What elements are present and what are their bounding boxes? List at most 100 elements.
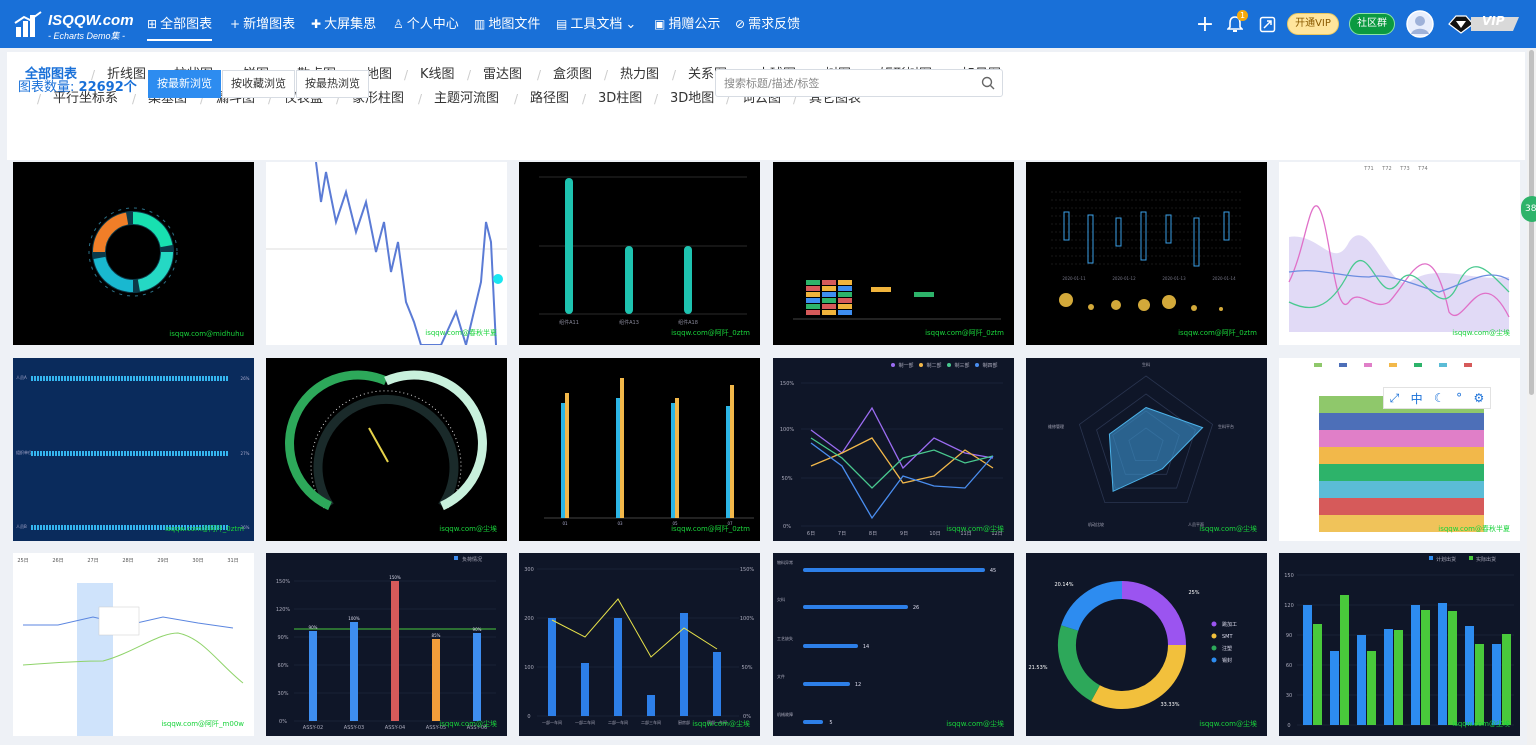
nav-all-charts[interactable]: ⊞ 全部图表 [147, 0, 213, 48]
x-tick-label: 01 [562, 521, 568, 526]
nav-new-chart[interactable]: + 新增图表 [230, 0, 295, 48]
chart-card[interactable]: 01 03 05 07 isqqw.com@阿阡_0ztm [519, 358, 760, 541]
category-row2-5[interactable]: 主题河流图 [434, 89, 499, 109]
bar-label: 欠料 [777, 596, 785, 602]
nav-dashboards[interactable]: ✚ 大屏集思 [311, 0, 376, 48]
sort-newest-button[interactable]: 按最新浏览 [148, 70, 221, 98]
document-icon: ▤ [556, 17, 568, 31]
open-vip-button[interactable]: 开通VIP [1287, 13, 1339, 35]
bar-segment [52, 451, 54, 456]
y-tick-label: 30 [1286, 693, 1292, 699]
nav-personal-center[interactable]: ♙ 个人中心 [393, 0, 459, 48]
nav-donations[interactable]: ▣ 捐赠公示 [654, 0, 720, 48]
line-series [551, 598, 718, 658]
bar-label: 物料异常 [777, 559, 793, 565]
x-tick-label: 6日 [807, 531, 815, 537]
bar-segment [211, 376, 213, 381]
bar-segment [223, 451, 225, 456]
floating-badge[interactable]: 38 [1521, 196, 1536, 222]
category-separator: / [418, 92, 423, 106]
bar-segment [142, 451, 144, 456]
chart-card[interactable]: isqqw.com@春秋半夏 [1279, 358, 1520, 541]
bar-segment [61, 376, 63, 381]
chart-card[interactable]: 制一部 制二部 制三部 制四部 150% 100% 50% 0% 6日 7日 8日 9日 10日 11日 1… [773, 358, 1014, 541]
chart-card[interactable]: 计划出货 实际出货 150 120 90 60 30 0 isqqw.com@尘埃 [1279, 553, 1520, 736]
scrollbar[interactable] [1527, 48, 1536, 745]
chart-card[interactable]: 生料 生料平台 人员平面 机动比较 维修管理 isqqw.com@尘埃 [1026, 358, 1267, 541]
bar-segment [109, 451, 111, 456]
add-icon[interactable]: + [1194, 0, 1216, 48]
chart-card[interactable]: 25% 33.33% 21.53% 20.14% 跳加工 SMT 注塑 锡封 isqqw.com… [1026, 553, 1267, 736]
chart-card[interactable]: 负荷情况 150% 120% 90% 60% 30% 0% 90% ASSY-02 100% ASS… [266, 553, 507, 736]
category-row1-6[interactable]: K线图 [420, 65, 455, 85]
bar-segment [190, 451, 192, 456]
nav-label: 地图文件 [488, 17, 541, 32]
chart-card[interactable]: 2020-01-11 2020-01-12 2020-01-13 2020-01-14… [1026, 162, 1267, 345]
chart-card[interactable]: isqqw.com@尘埃 [266, 358, 507, 541]
legend-item: 锡封 [1222, 657, 1232, 664]
nav-map-files[interactable]: ▥ 地图文件 [474, 0, 540, 48]
sort-favorite-button[interactable]: 按收藏浏览 [222, 70, 295, 98]
moon-icon[interactable]: ☾ [1434, 391, 1445, 405]
x-tick-label: 2020-01-14 [1212, 276, 1236, 281]
bar-segment [103, 376, 105, 381]
chart-card[interactable]: 300 150% 200 100% 100 50% 0 0% 一部一车间 一部二车间 二部一车间 二部… [519, 553, 760, 736]
bar-segment [49, 376, 51, 381]
bar-segment [31, 376, 33, 381]
bar-segment [115, 525, 117, 530]
chart-count: 图表数量: 22692个 [18, 76, 137, 95]
bar-segment [139, 451, 141, 456]
bar-segment [82, 376, 84, 381]
y-tick-label: 60% [277, 663, 288, 669]
nav-feedback[interactable]: ⊘ 需求反馈 [735, 0, 800, 48]
category-row2-8[interactable]: 3D地图 [670, 89, 714, 109]
slice-label: 25% [1188, 590, 1199, 596]
x-tick-label: 2020-01-12 [1112, 276, 1136, 281]
category-row2-7[interactable]: 3D柱图 [598, 89, 642, 109]
legend-item: T71 [1363, 166, 1373, 172]
bar-value: 14 [863, 644, 869, 650]
bar-segment [130, 525, 132, 530]
legend-swatch [1429, 556, 1433, 560]
day-label: 28日 [122, 558, 133, 564]
chart-card[interactable]: T71 T72 T73 T74 isqqw.com@尘埃 [1279, 162, 1520, 345]
palette-icon[interactable]: ° [1456, 391, 1462, 405]
bar-label: 机械故障 [777, 711, 793, 717]
nav-tool-docs[interactable]: ▤ 工具文档 ⌄ [556, 0, 636, 48]
category-row1-5[interactable]: 地图 [366, 65, 392, 85]
category-row1-8[interactable]: 盒须图 [553, 65, 592, 85]
community-group-button[interactable]: 社区群 [1349, 13, 1395, 35]
sort-hottest-button[interactable]: 按最热浏览 [296, 70, 369, 98]
chart-thumbnail [285, 370, 487, 511]
bar-segment [148, 451, 150, 456]
chart-card[interactable]: isqqw.com@midhuhu [13, 162, 254, 345]
legend-dot [1211, 645, 1217, 651]
chart-card[interactable]: 物料异常 45 欠料 26 工艺缺失 14 文件 12 机械故障 5 isqqw.com@尘埃 [773, 553, 1014, 736]
chart-card[interactable]: 组件A11 组件A13 组件A18 isqqw.com@阿阡_0ztm [519, 162, 760, 345]
legend-dot [1211, 657, 1217, 663]
language-toggle[interactable]: 中 [1411, 390, 1423, 407]
category-row1-7[interactable]: 雷达图 [483, 65, 522, 85]
bell-icon[interactable] [1224, 0, 1246, 48]
search-icon[interactable] [981, 76, 995, 90]
category-row2-6[interactable]: 路径图 [530, 89, 569, 109]
chart-card[interactable]: isqqw.com@春秋半夏 [266, 162, 507, 345]
search-input[interactable] [724, 74, 974, 92]
chart-card[interactable]: 25日 26日 27日 28日 29日 30日 31日 isqqw.com@阿阡_m00w [13, 553, 254, 736]
block [806, 310, 820, 315]
bar [614, 618, 622, 716]
bar [1313, 624, 1322, 725]
scrollbar-thumb[interactable] [1529, 50, 1534, 395]
expand-icon[interactable]: ⤢ [1390, 391, 1400, 406]
avatar[interactable] [1405, 0, 1435, 48]
chart-card[interactable]: isqqw.com@阿阡_0ztm [773, 162, 1014, 345]
chart-card[interactable]: 人员A 26% 组织单位 27% 人员B 36% isqqw.com@阿阡_0ztm [13, 358, 254, 541]
gear-icon[interactable]: ⚙ [1474, 391, 1485, 405]
fullscreen-icon[interactable] [1256, 0, 1278, 48]
bar-segment [121, 376, 123, 381]
bar-segment [85, 525, 87, 530]
category-row1-9[interactable]: 热力图 [620, 65, 659, 85]
radar-axis-label: 维修管理 [1048, 423, 1064, 429]
bar-segment [100, 451, 102, 456]
bar-segment [67, 451, 69, 456]
